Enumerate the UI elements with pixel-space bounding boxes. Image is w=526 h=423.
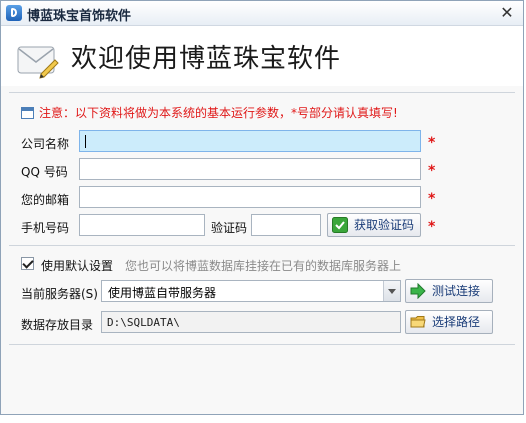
divider-middle xyxy=(9,245,515,246)
setup-window: 博蓝珠宝首饰软件 ✕ 欢迎使用博蓝珠宝软件 注意：以下资料将做为本系统的基本运行… xyxy=(0,0,524,415)
required-mark: * xyxy=(428,163,436,179)
verification-code-input[interactable] xyxy=(251,214,321,236)
chevron-down-icon[interactable] xyxy=(383,281,400,301)
email-label: 您的邮箱 xyxy=(21,193,70,207)
text-caret xyxy=(85,135,86,148)
close-button[interactable]: ✕ xyxy=(497,3,517,23)
required-mark: * xyxy=(428,135,436,151)
required-mark: * xyxy=(428,191,436,207)
get-code-label: 获取验证码 xyxy=(354,218,415,232)
data-dir-field[interactable]: D:\SQLDATA\ xyxy=(101,311,401,333)
test-connection-label: 测试连接 xyxy=(432,284,481,298)
notice-label: 注意：以下资料将做为本系统的基本运行参数，*号部分请认真填写! xyxy=(39,106,398,120)
server-label: 当前服务器(S) xyxy=(21,287,98,301)
title-bar: 博蓝珠宝首饰软件 ✕ xyxy=(1,1,523,26)
choose-path-button[interactable]: 选择路径 xyxy=(405,310,493,334)
phone-label: 手机号码 xyxy=(21,221,70,235)
folder-icon xyxy=(410,316,426,328)
phone-input[interactable] xyxy=(79,214,205,236)
welcome-heading: 欢迎使用博蓝珠宝软件 xyxy=(71,44,342,74)
company-name-input[interactable] xyxy=(79,130,421,152)
get-code-button[interactable]: 获取验证码 xyxy=(327,213,421,237)
divider-bottom xyxy=(9,344,515,345)
envelope-icon xyxy=(17,46,59,79)
check-icon xyxy=(332,217,348,233)
calendar-icon xyxy=(21,107,34,119)
code-label: 验证码 xyxy=(211,221,248,235)
server-select[interactable]: 使用博蓝自带服务器 xyxy=(101,280,401,302)
window-title: 博蓝珠宝首饰软件 xyxy=(27,9,132,24)
welcome-header: 欢迎使用博蓝珠宝软件 xyxy=(1,26,523,86)
arrow-right-icon xyxy=(410,283,426,299)
data-dir-label: 数据存放目录 xyxy=(21,318,94,332)
email-input[interactable] xyxy=(79,186,421,208)
required-mark: * xyxy=(428,219,436,235)
app-logo-icon xyxy=(6,5,22,21)
test-connection-button[interactable]: 测试连接 xyxy=(405,279,493,303)
choose-path-label: 选择路径 xyxy=(432,315,481,329)
use-default-checkbox[interactable] xyxy=(21,257,34,270)
qq-label: QQ 号码 xyxy=(21,165,68,179)
settings-hint: 您也可以将博蓝数据库挂接在已有的数据库服务器上 xyxy=(125,259,402,273)
use-default-label: 使用默认设置 xyxy=(41,259,114,273)
divider-top xyxy=(9,92,515,93)
qq-input[interactable] xyxy=(79,158,421,180)
server-selected-value: 使用博蓝自带服务器 xyxy=(108,286,217,300)
company-label: 公司名称 xyxy=(21,137,70,151)
notice-text: 注意：以下资料将做为本系统的基本运行参数，*号部分请认真填写! xyxy=(21,104,398,121)
